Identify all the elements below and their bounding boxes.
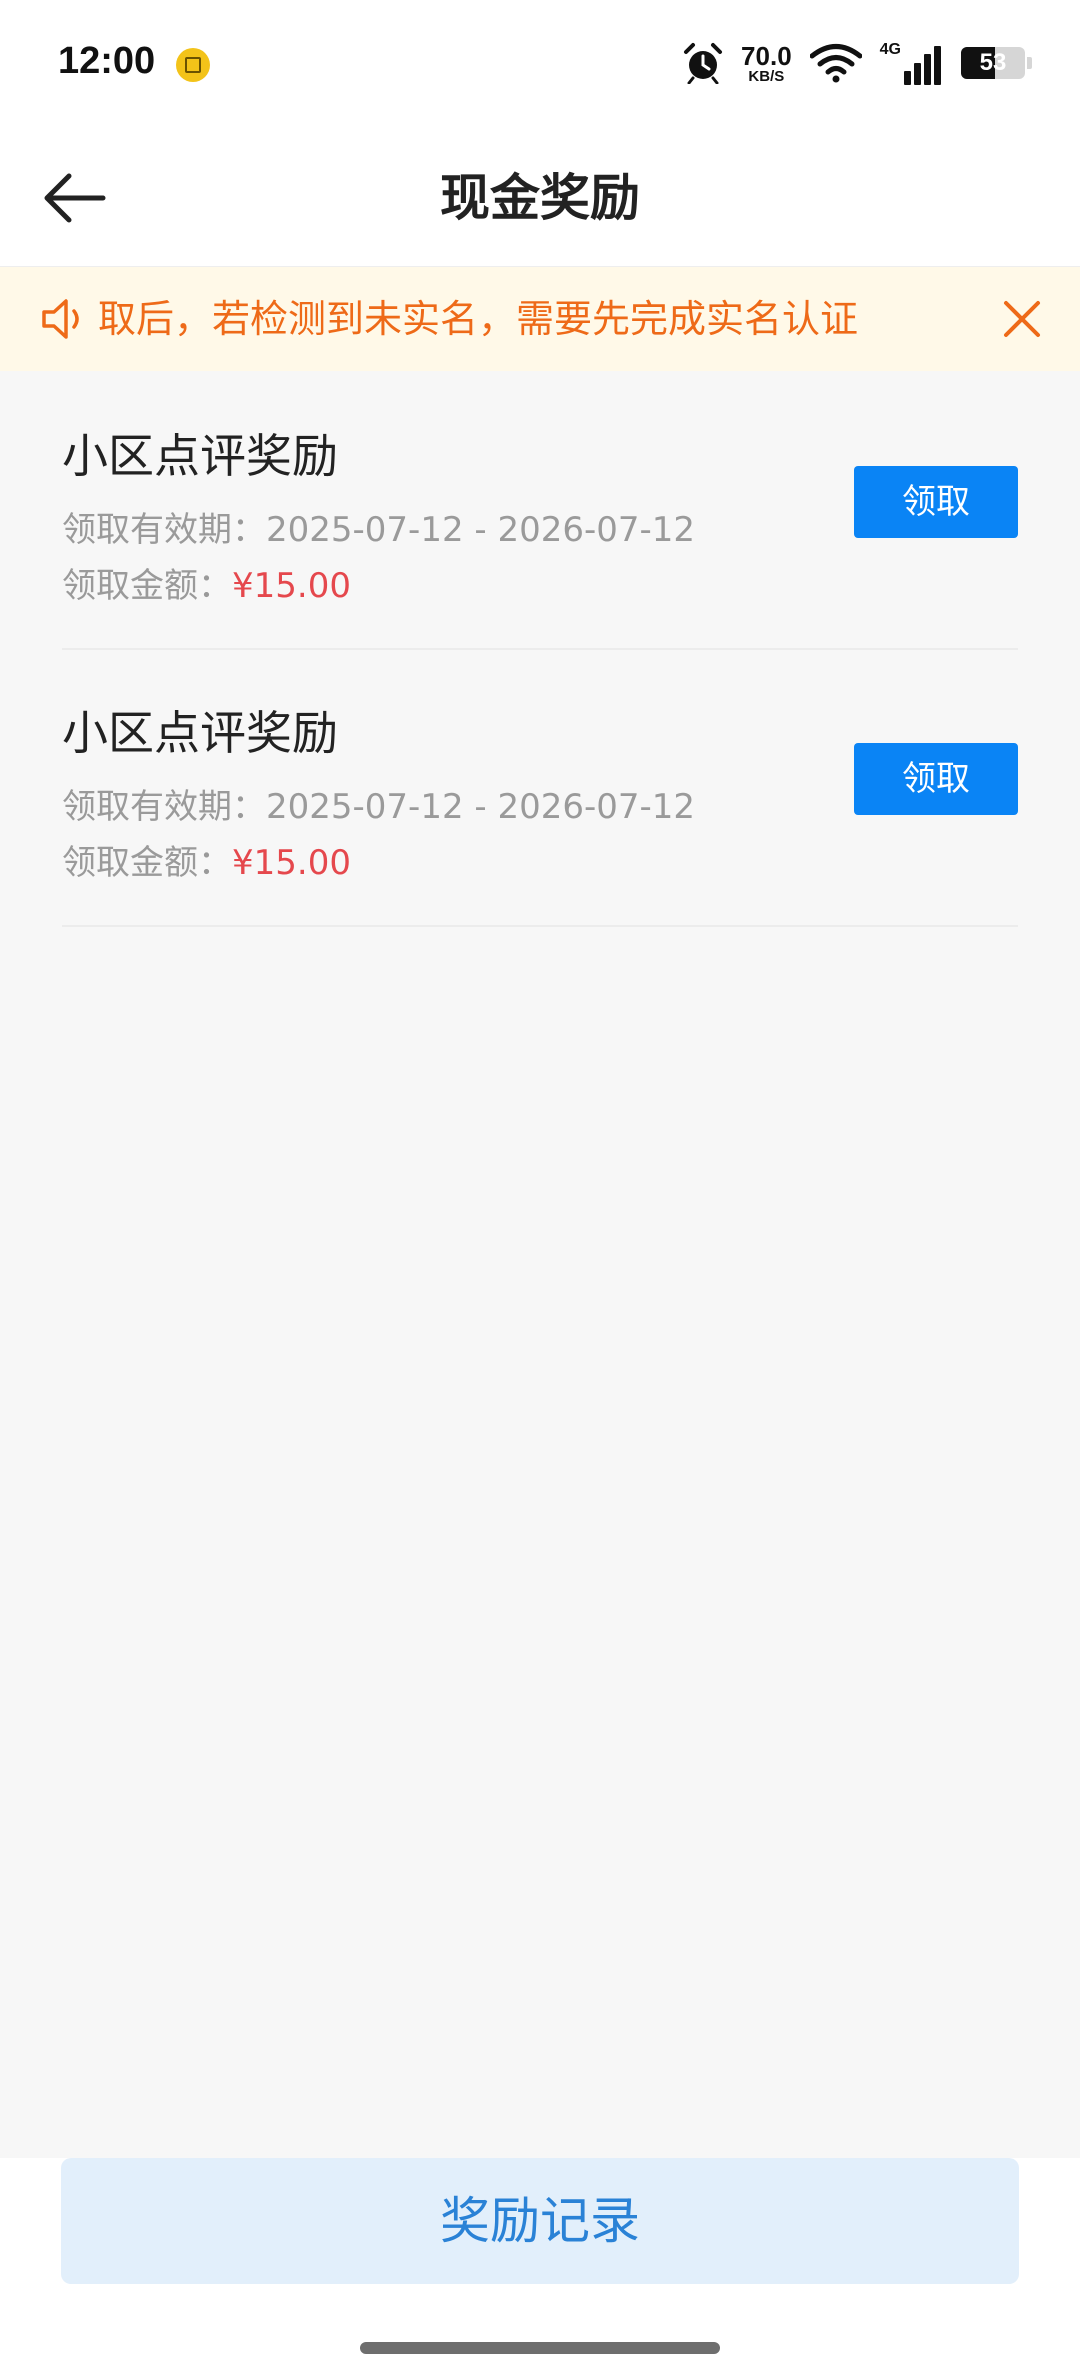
claim-button[interactable]: 领取 — [854, 743, 1018, 815]
cellular: 4G — [880, 41, 943, 85]
validity-range: 2025-07-12 - 2026-07-12 — [266, 787, 696, 827]
bottom-area: 奖励记录 — [0, 2158, 1080, 2376]
notice-message: 领取后，若检测到未实名，需要先完成实名认证 — [98, 297, 859, 341]
battery-tip — [1027, 57, 1032, 69]
reward-validity: 领取有效期：2025-07-12 - 2026-07-12 — [62, 779, 695, 828]
status-icons: 70.0 KB/S 4G 53 — [683, 38, 1032, 88]
notice-bar: 领取后，若检测到未实名，需要先完成实名认证 — [0, 267, 1080, 371]
reward-validity: 领取有效期：2025-07-12 - 2026-07-12 — [62, 502, 695, 551]
reward-amount: 领取金额：¥15.00 — [62, 835, 351, 884]
reward-item: 小区点评奖励 领取有效期：2025-07-12 - 2026-07-12 领取金… — [62, 649, 1018, 927]
app-notification-icon — [176, 48, 210, 82]
net-speed-unit: KB/S — [748, 67, 785, 85]
network-type: 4G — [879, 41, 901, 58]
reward-amount: 领取金额：¥15.00 — [62, 558, 351, 607]
amount-label: 领取金额： — [62, 566, 232, 606]
battery-level: 53 — [979, 49, 1007, 76]
amount-value: ¥15.00 — [232, 843, 351, 883]
validity-range: 2025-07-12 - 2026-07-12 — [266, 510, 696, 550]
reward-title: 小区点评奖励 — [62, 706, 338, 760]
reward-records-button[interactable]: 奖励记录 — [61, 2158, 1019, 2284]
claim-button[interactable]: 领取 — [854, 466, 1018, 538]
notice-text: 领取后，若检测到未实名，需要先完成实名认证 — [98, 267, 943, 371]
alarm-icon — [684, 43, 723, 84]
validity-label: 领取有效期： — [62, 787, 266, 827]
wifi-icon — [809, 44, 862, 83]
reward-title: 小区点评奖励 — [62, 429, 338, 483]
status-bar: 12:00 70.0 KB/S 4G 53 — [0, 0, 1080, 130]
net-speed: 70.0 KB/S — [741, 43, 792, 84]
speaker-icon — [42, 299, 79, 339]
nav-bar: 现金奖励 — [0, 130, 1080, 267]
page-title: 现金奖励 — [440, 169, 640, 227]
close-icon[interactable] — [1000, 297, 1044, 341]
reward-item: 小区点评奖励 领取有效期：2025-07-12 - 2026-07-12 领取金… — [62, 372, 1018, 650]
battery-icon: 53 — [961, 47, 1025, 79]
signal-icon — [904, 46, 941, 85]
validity-label: 领取有效期： — [62, 510, 266, 550]
home-indicator[interactable] — [360, 2342, 720, 2354]
net-speed-value: 70.0 — [741, 40, 792, 71]
amount-label: 领取金额： — [62, 843, 232, 883]
status-time: 12:00 — [58, 40, 156, 82]
amount-value: ¥15.00 — [232, 566, 351, 606]
